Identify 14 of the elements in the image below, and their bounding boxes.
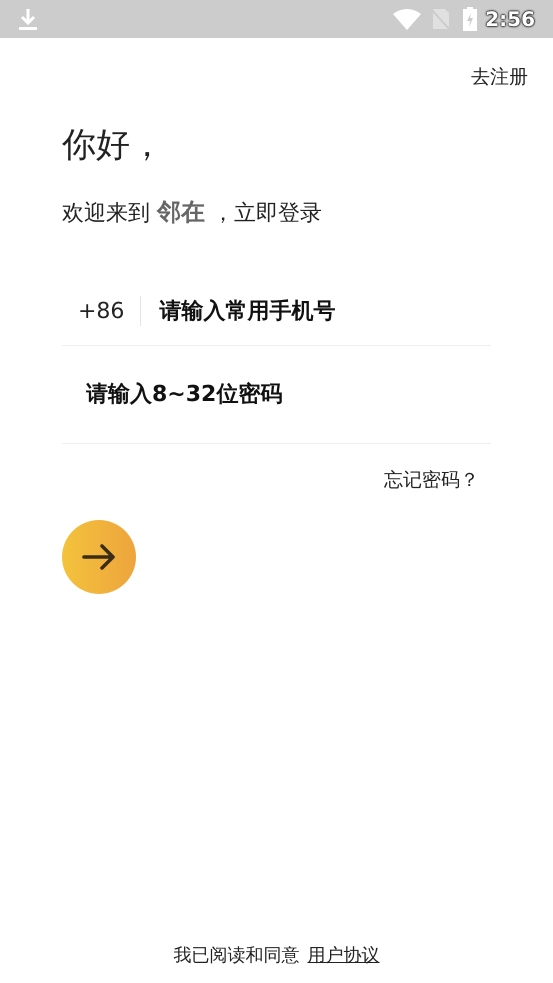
forgot-password-link[interactable]: 忘记密码？ bbox=[384, 466, 479, 494]
arrow-right-icon bbox=[82, 542, 116, 572]
battery-icon bbox=[463, 7, 478, 31]
agreement-text: 我已阅读和同意 bbox=[174, 944, 300, 968]
password-input[interactable]: 请输入8~32位密码 bbox=[86, 378, 491, 410]
user-agreement-link[interactable]: 用户协议 bbox=[308, 942, 380, 969]
welcome-text: 欢迎来到 邻在 ，立即登录 bbox=[62, 196, 323, 228]
wifi-icon bbox=[393, 8, 422, 30]
greeting-title: 你好， bbox=[62, 128, 165, 162]
register-link[interactable]: 去注册 bbox=[471, 63, 528, 92]
country-code[interactable]: +86 bbox=[78, 294, 124, 328]
status-time: 2:56 bbox=[485, 6, 535, 33]
download-icon bbox=[18, 7, 38, 31]
phone-input[interactable]: 请输入常用手机号 bbox=[159, 294, 491, 328]
